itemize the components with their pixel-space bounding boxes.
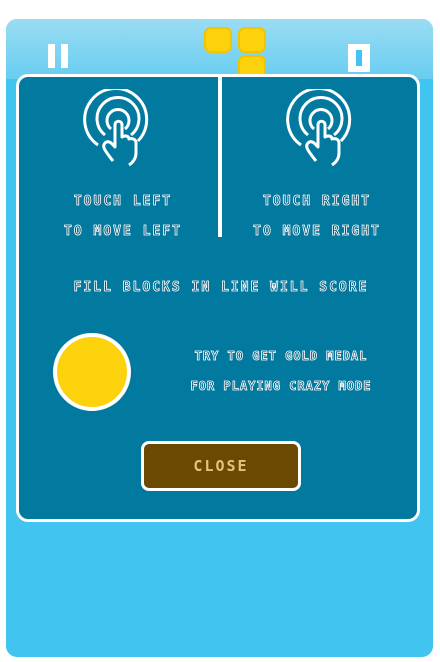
piece-block: [238, 27, 266, 53]
right-instruction-line2: to move right: [253, 224, 381, 240]
falling-piece: [204, 27, 270, 81]
pause-icon[interactable]: [48, 44, 72, 68]
touch-left-icon: [83, 89, 149, 167]
fill-line-text: Fill blocks in line will score: [73, 280, 369, 296]
left-instruction-line2: to move left: [64, 224, 182, 240]
touch-right-icon: [286, 89, 352, 167]
medal-text-line2: for playing crazy mode: [190, 379, 372, 394]
panel-divider: [218, 77, 222, 237]
close-button[interactable]: CLOSE: [141, 441, 301, 491]
tutorial-panel: Touch left to move left Touch right to m…: [16, 74, 420, 522]
gold-medal-icon: [53, 333, 131, 411]
medal-text-line1: Try to get gold medal: [194, 349, 368, 364]
right-instruction-line1: Touch right: [262, 194, 372, 210]
left-instruction: Touch left to move left: [35, 187, 211, 247]
right-instruction: Touch right to move right: [227, 187, 407, 247]
medal-text: Try to get gold medal for playing crazy …: [139, 341, 423, 401]
left-instruction-line1: Touch left: [73, 194, 173, 210]
piece-block: [204, 27, 232, 53]
score-box: [348, 44, 370, 72]
